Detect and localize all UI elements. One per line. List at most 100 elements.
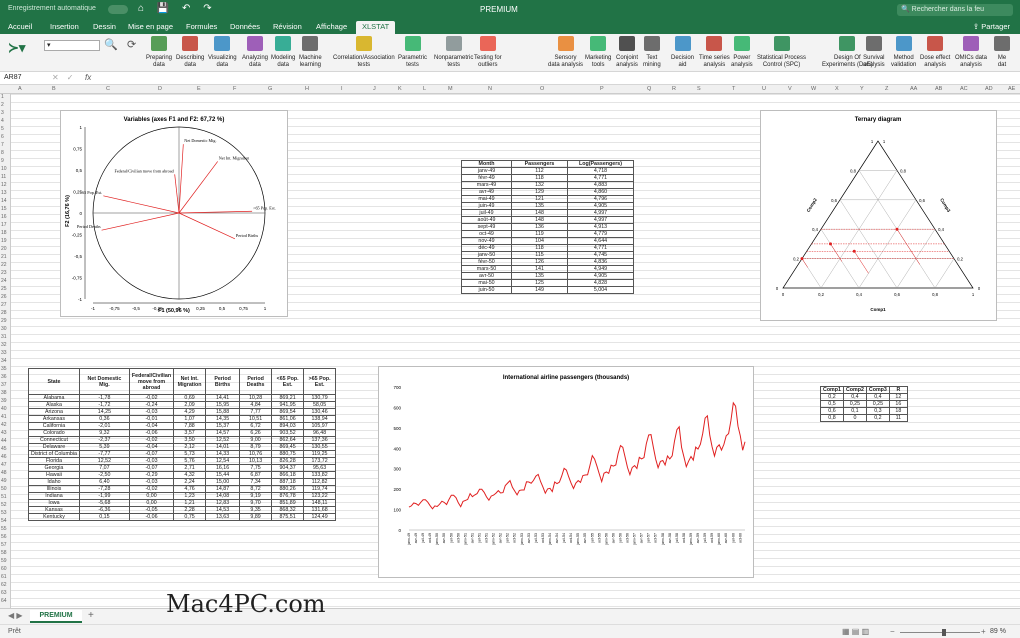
row-header[interactable]: 23 xyxy=(1,270,7,276)
table-cell[interactable]: 7,75 xyxy=(239,464,273,472)
table-cell[interactable]: Alabama xyxy=(28,394,80,402)
table-cell[interactable]: -0,06 xyxy=(128,513,175,521)
row-header[interactable]: 11 xyxy=(1,174,6,180)
table-cell[interactable]: 0,1 xyxy=(842,407,867,415)
table-cell[interactable]: 4,828 xyxy=(567,279,634,287)
table-cell[interactable]: -0,03 xyxy=(128,457,175,465)
table-cell[interactable]: 0,4 xyxy=(842,393,867,401)
table-cell[interactable]: 132 xyxy=(511,181,568,189)
column-header[interactable]: G xyxy=(268,86,272,92)
ribbon-button-5[interactable]: Machine learning xyxy=(299,36,322,69)
column-header[interactable]: D xyxy=(158,86,162,92)
table-cell[interactable]: 16 xyxy=(888,400,908,408)
table-cell[interactable]: 16,16 xyxy=(205,464,241,472)
row-header[interactable]: 43 xyxy=(1,430,7,436)
column-header[interactable]: J xyxy=(373,86,376,92)
table-cell[interactable]: -0,29 xyxy=(128,471,175,479)
tab-xlstat[interactable]: XLSTAT xyxy=(356,21,396,34)
table-cell[interactable]: 7,34 xyxy=(239,478,273,486)
table-cell[interactable]: 4,905 xyxy=(567,202,634,210)
row-header[interactable]: 61 xyxy=(1,574,7,580)
table-cell[interactable]: -1,99 xyxy=(78,492,130,500)
table-cell[interactable]: 5,004 xyxy=(567,286,634,294)
table-cell[interactable]: 15,44 xyxy=(205,471,241,479)
row-header[interactable]: 33 xyxy=(1,350,7,356)
ribbon-button-2[interactable]: Visualizing data xyxy=(208,36,237,69)
table-cell[interactable]: 141 xyxy=(511,265,568,273)
column-header[interactable]: Z xyxy=(885,86,888,92)
table-cell[interactable]: Arizona xyxy=(28,408,80,416)
row-header[interactable]: 60 xyxy=(1,566,7,572)
table-cell[interactable]: 135 xyxy=(511,272,568,280)
table-cell[interactable]: 4,644 xyxy=(567,237,634,245)
row-header[interactable]: 46 xyxy=(1,454,7,460)
table-cell[interactable]: 876,78 xyxy=(271,492,305,500)
row-header[interactable]: 12 xyxy=(1,182,7,188)
table-cell[interactable]: 10,76 xyxy=(239,450,273,458)
search-input[interactable]: 🔍 Rechercher dans la feu xyxy=(897,4,1013,16)
table-cell[interactable]: 131,68 xyxy=(303,506,337,514)
ribbon-button-12[interactable]: Conjoint analysis xyxy=(616,36,638,69)
table-cell[interactable]: 119,74 xyxy=(303,485,337,493)
table-cell[interactable]: 6,26 xyxy=(239,429,273,437)
table-cell[interactable]: 148 xyxy=(511,216,568,224)
table-cell[interactable]: 123,22 xyxy=(303,492,337,500)
table-cell[interactable]: juin-49 xyxy=(461,202,512,210)
table-cell[interactable]: 14,25 xyxy=(78,408,130,416)
column-header[interactable]: R xyxy=(672,86,676,92)
table-cell[interactable]: -6,36 xyxy=(78,506,130,514)
table-cell[interactable]: 880,75 xyxy=(271,450,305,458)
table-cell[interactable]: -0,04 xyxy=(128,443,175,451)
table-cell[interactable]: 9,32 xyxy=(78,429,130,437)
table-cell[interactable]: 869,54 xyxy=(271,408,305,416)
column-header[interactable]: AC xyxy=(960,86,968,92)
state-table[interactable]: State Net Domestic Mig. Federal/Civilian m… xyxy=(28,368,337,521)
table-cell[interactable]: avr-49 xyxy=(461,188,512,196)
column-header[interactable]: S xyxy=(697,86,701,92)
table-cell[interactable]: 868,32 xyxy=(271,506,305,514)
passengers-table[interactable]: Month Passengers Log(Passengers) janv-49 112… xyxy=(461,160,634,294)
table-cell[interactable]: 129 xyxy=(511,188,568,196)
table-cell[interactable]: 4,745 xyxy=(567,251,634,259)
table-cell[interactable]: 861,06 xyxy=(271,415,305,423)
column-header[interactable]: I xyxy=(341,86,343,92)
table-cell[interactable]: avr-50 xyxy=(461,272,512,280)
tab-insertion[interactable]: Insertion xyxy=(50,22,79,31)
table-cell[interactable]: 15,37 xyxy=(205,422,241,430)
table-cell[interactable]: 130,55 xyxy=(303,443,337,451)
ribbon-button-23[interactable]: Me dat xyxy=(994,36,1010,69)
ribbon-button-13[interactable]: Text mining xyxy=(643,36,661,69)
row-header[interactable]: 10 xyxy=(1,166,7,172)
row-header[interactable]: 1 xyxy=(1,94,4,100)
table-cell[interactable]: 0,25 xyxy=(865,400,890,408)
table-cell[interactable]: 1,21 xyxy=(173,499,207,507)
table-cell[interactable]: District of Columbia xyxy=(28,450,80,458)
table-cell[interactable]: 7,77 xyxy=(239,408,273,416)
table-cell[interactable]: -0,02 xyxy=(128,485,175,493)
table-cell[interactable]: Iowa xyxy=(28,499,80,507)
table-cell[interactable]: -0,02 xyxy=(128,394,175,402)
table-cell[interactable]: 862,64 xyxy=(271,436,305,444)
table-cell[interactable]: 173,72 xyxy=(303,457,337,465)
table-cell[interactable]: 4,718 xyxy=(567,167,634,175)
table-cell[interactable]: 0,69 xyxy=(173,394,207,402)
row-header[interactable]: 56 xyxy=(1,534,7,540)
row-header[interactable]: 53 xyxy=(1,510,7,516)
table-cell[interactable]: 4,860 xyxy=(567,188,634,196)
table-cell[interactable]: -0,06 xyxy=(128,429,175,437)
row-header[interactable]: 22 xyxy=(1,262,7,268)
table-cell[interactable]: 96,48 xyxy=(303,429,337,437)
column-header[interactable]: AD xyxy=(985,86,993,92)
table-cell[interactable]: 4,836 xyxy=(567,258,634,266)
table-cell[interactable]: 4,949 xyxy=(567,265,634,273)
table-cell[interactable]: 0,2 xyxy=(820,393,844,401)
table-cell[interactable]: 10,51 xyxy=(239,415,273,423)
table-cell[interactable]: 7,07 xyxy=(78,464,130,472)
row-header[interactable]: 5 xyxy=(1,126,4,132)
table-cell[interactable]: Hawaii xyxy=(28,471,80,479)
column-header[interactable]: X xyxy=(835,86,839,92)
row-header[interactable]: 36 xyxy=(1,374,7,380)
row-header[interactable]: 34 xyxy=(1,358,7,364)
row-header[interactable]: 21 xyxy=(1,254,7,260)
row-header[interactable]: 64 xyxy=(1,598,7,604)
